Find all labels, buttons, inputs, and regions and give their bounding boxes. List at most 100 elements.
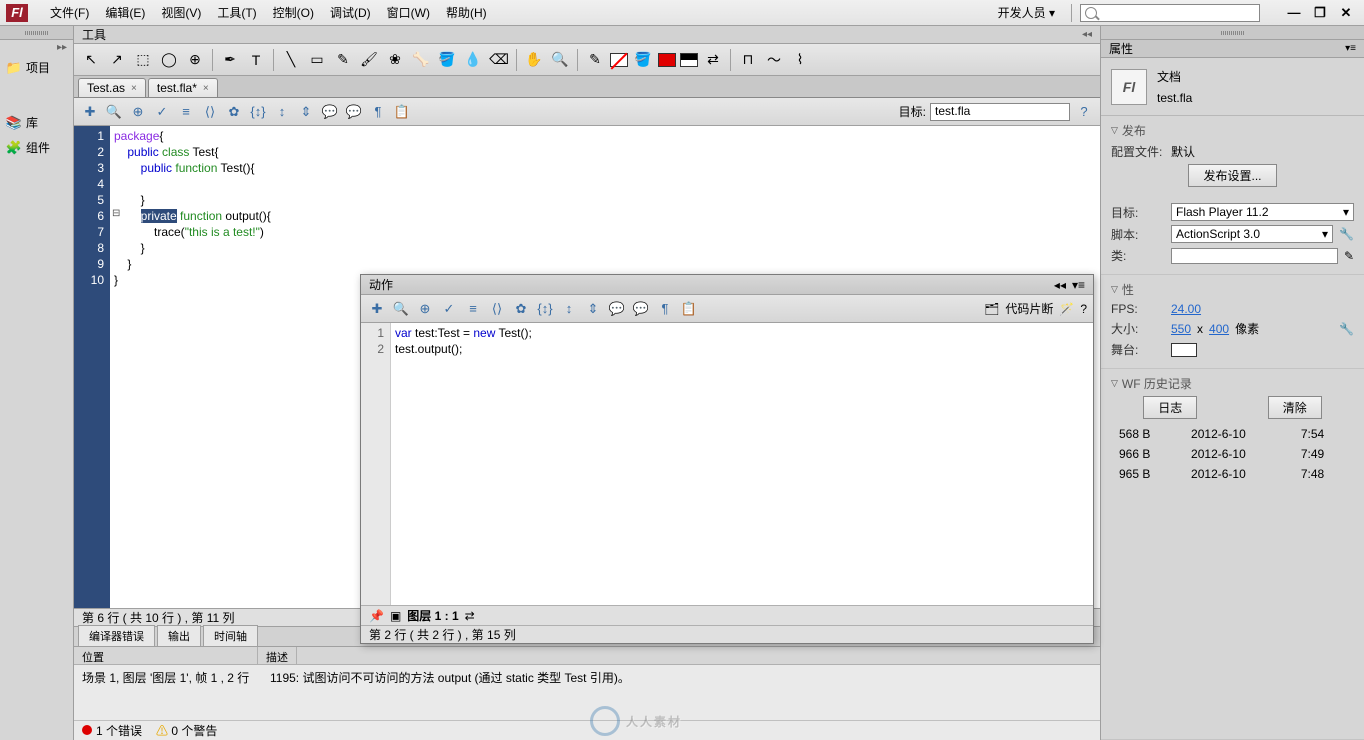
snap-tool[interactable]: ⊓ [737,49,759,71]
stage-color-swatch[interactable] [1171,343,1197,357]
deco-tool[interactable]: ❀ [384,49,406,71]
menu-tools[interactable]: 工具(T) [209,4,264,21]
find-icon[interactable]: 🔍 [391,299,411,319]
menu-help[interactable]: 帮助(H) [438,4,495,21]
panel-menu-icon[interactable]: ▾≡ [1072,278,1085,292]
close-icon[interactable]: × [131,83,137,94]
target-select[interactable]: test.fla [930,103,1070,121]
script-assist-icon[interactable]: 📋 [392,102,412,122]
pin-icon[interactable]: 📌 [369,609,384,623]
collapse-brace-icon[interactable]: {↕} [535,299,555,319]
script-assist-icon[interactable]: 📋 [679,299,699,319]
publish-settings-button[interactable]: 发布设置... [1188,164,1276,187]
menu-developer[interactable]: 开发人员 ▾ [990,4,1063,21]
search-input[interactable] [1080,4,1260,22]
dock-grip[interactable] [1101,26,1364,40]
tab-output[interactable]: 输出 [157,625,201,646]
expand-all-icon[interactable]: ⇕ [296,102,316,122]
collapse-selection-icon[interactable]: ↕ [559,299,579,319]
check-syntax-icon[interactable]: ✓ [439,299,459,319]
show-hidden-icon[interactable]: ¶ [655,299,675,319]
table-row[interactable]: 966 B2012-6-107:49 [1113,445,1352,463]
tab-timeline[interactable]: 时间轴 [203,625,258,646]
menu-debug[interactable]: 调试(D) [322,4,379,21]
help-icon[interactable]: ? [1074,102,1094,122]
check-syntax-icon[interactable]: ✓ [152,102,172,122]
remove-comment-icon[interactable]: 💬 [631,299,651,319]
target-icon[interactable]: ⊕ [128,102,148,122]
fps-value[interactable]: 24.00 [1171,302,1201,316]
stroke-color[interactable]: ✎ [584,49,606,71]
hand-tool[interactable]: ✋ [523,49,545,71]
clear-button[interactable]: 清除 [1268,396,1322,419]
debug-icon[interactable]: ✿ [511,299,531,319]
menu-control[interactable]: 控制(O) [265,4,322,21]
fill-swatch[interactable] [658,53,676,67]
apply-comment-icon[interactable]: 💬 [607,299,627,319]
selection-tool[interactable]: ↖ [80,49,102,71]
dock-tab-library[interactable]: 📚库 [0,110,73,135]
error-row[interactable]: 场景 1, 图层 '图层 1', 帧 1 , 2 行 1195: 试图访问不可访… [74,665,1100,720]
bone-tool[interactable]: 🦴 [410,49,432,71]
pencil-tool[interactable]: ✎ [332,49,354,71]
expand-all-icon[interactable]: ⇕ [583,299,603,319]
height-value[interactable]: 400 [1209,322,1229,336]
rectangle-tool[interactable]: ▭ [306,49,328,71]
zoom-tool[interactable]: 🔍 [549,49,571,71]
wrench-icon[interactable]: 🔧 [1339,227,1354,241]
section-properties[interactable]: 性 [1111,281,1354,298]
snippet-icon[interactable]: 🗂 [984,302,999,316]
class-input[interactable] [1171,248,1338,264]
menu-view[interactable]: 视图(V) [153,4,209,21]
minimize-button[interactable]: — [1282,4,1306,22]
free-transform-tool[interactable]: ⬚ [132,49,154,71]
pencil-icon[interactable]: ✎ [1344,249,1354,263]
actions-code-text[interactable]: var test:Test = new Test(); test.output(… [391,323,1093,605]
bw-swatch[interactable] [680,53,698,67]
tab-test-fla[interactable]: test.fla*× [148,78,218,97]
dock-grip[interactable] [0,26,73,40]
script-select[interactable]: ActionScript 3.0▾ [1171,225,1333,243]
code-snippet-button[interactable]: 代码片断 [1005,300,1053,317]
error-col-description[interactable]: 描述 [258,647,297,664]
eyedropper-tool[interactable]: 💧 [462,49,484,71]
help-icon[interactable]: ? [1080,302,1087,316]
menu-file[interactable]: 文件(F) [42,4,97,21]
table-row[interactable]: 965 B2012-6-107:48 [1113,465,1352,483]
debug-options-icon[interactable]: ✿ [224,102,244,122]
add-icon[interactable]: ✚ [80,102,100,122]
wrench-icon[interactable]: 🔧 [1339,322,1354,336]
dock-tab-components[interactable]: 🧩组件 [0,135,73,160]
target-icon[interactable]: ⊕ [415,299,435,319]
swap-colors[interactable]: ⇄ [702,49,724,71]
width-value[interactable]: 550 [1171,322,1191,336]
apply-comment-icon[interactable]: 💬 [320,102,340,122]
stroke-swatch[interactable] [610,53,628,67]
section-publish[interactable]: 发布 [1111,122,1354,139]
3d-rotation-tool[interactable]: ⊕ [184,49,206,71]
find-icon[interactable]: 🔍 [104,102,124,122]
brush-tool[interactable]: 🖌 [358,49,380,71]
smooth-tool[interactable]: 〜 [763,49,785,71]
fold-marker-icon[interactable]: ⊟ [112,208,120,219]
autoformat-icon[interactable]: ≡ [463,299,483,319]
actions-titlebar[interactable]: 动作 ◂◂▾≡ [361,275,1093,295]
target-select[interactable]: Flash Player 11.2▾ [1171,203,1354,221]
collapse-selection-icon[interactable]: ↕ [272,102,292,122]
panel-collapse-icon[interactable]: ◂◂ [1082,29,1092,40]
paint-bucket-tool[interactable]: 🪣 [436,49,458,71]
table-row[interactable]: 568 B2012-6-107:54 [1113,425,1352,443]
line-tool[interactable]: ╲ [280,49,302,71]
section-swf-history[interactable]: WF 历史记录 [1111,375,1354,392]
subselection-tool[interactable]: ↗ [106,49,128,71]
lasso-tool[interactable]: ◯ [158,49,180,71]
fill-color[interactable]: 🪣 [632,49,654,71]
text-tool[interactable]: T [245,49,267,71]
panel-menu-icon[interactable]: ▾≡ [1345,43,1356,54]
tab-test-as[interactable]: Test.as× [78,78,146,97]
eraser-tool[interactable]: ⌫ [488,49,510,71]
actions-code-editor[interactable]: 12 var test:Test = new Test(); test.outp… [361,323,1093,605]
nav-icon[interactable]: ⇄ [465,609,475,623]
remove-comment-icon[interactable]: 💬 [344,102,364,122]
code-hint-icon[interactable]: ⟨⟩ [200,102,220,122]
